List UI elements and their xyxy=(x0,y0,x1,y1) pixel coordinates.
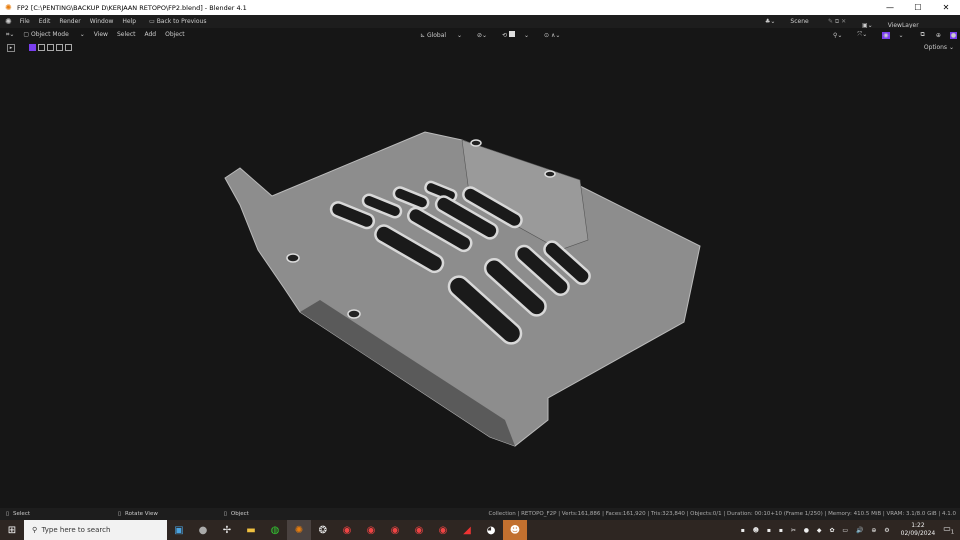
viewport-header: ⌗⌄ ▢ Object Mode ⌄ View Select Add Objec… xyxy=(0,28,960,41)
whatsapp-icon[interactable]: ◍ xyxy=(263,520,287,540)
start-button[interactable]: ⊞ xyxy=(0,520,24,540)
file-explorer-icon[interactable]: ▬ xyxy=(239,520,263,540)
snap-icon[interactable]: ⟲ ⌄ xyxy=(502,31,529,39)
orientation-dropdown[interactable]: ⊾ Global ⌄ xyxy=(420,32,462,39)
chrome-icon-5[interactable]: ◉ xyxy=(431,520,455,540)
title-bar: ✺ FP2 [C:\PENTING\BACKUP D\KERJAAN RETOP… xyxy=(0,0,960,15)
top-bar: ✺ File Edit Render Window Help ▭ Back to… xyxy=(0,15,960,29)
tray-icons[interactable]: ▪ ☻ ▪ ▪ ✂ ● ◆ ✿ ▭ 🔊 ⊕ ⚙ xyxy=(741,527,893,534)
menu-file[interactable]: File xyxy=(20,18,30,25)
select-mode-invert[interactable] xyxy=(56,44,63,51)
chrome-icon-3[interactable]: ◉ xyxy=(383,520,407,540)
window-title: FP2 [C:\PENTING\BACKUP D\KERJAAN RETOPO\… xyxy=(17,3,247,12)
menu-object[interactable]: Object xyxy=(165,31,185,38)
scene-icon[interactable]: ♣⌄ xyxy=(765,18,775,25)
close-button[interactable]: ✕ xyxy=(932,0,960,15)
notification-count: 1 xyxy=(950,529,954,536)
menu-view[interactable]: View xyxy=(94,31,108,38)
visibility-icon[interactable]: ⚲⌄ xyxy=(833,32,842,39)
status-rotate: Rotate View xyxy=(125,511,158,517)
app-icon-4[interactable]: ◢ xyxy=(455,520,479,540)
chrome-icon-1[interactable]: ◉ xyxy=(335,520,359,540)
clock[interactable]: 1:22 02/09/2024 xyxy=(901,522,936,538)
scene-stats: Collection | RETOPO_F2P | Verts:161,886 … xyxy=(488,511,956,517)
windows-taskbar: ⊞ ⚲ Type here to search ▣ ● ✢ ▬ ◍ ✺ ❂ ◉ … xyxy=(0,520,960,540)
status-object: Object xyxy=(230,511,249,517)
blender-taskbar-icon[interactable]: ✺ xyxy=(287,520,311,540)
menu-select[interactable]: Select xyxy=(117,31,136,38)
app-icon-1[interactable]: ▣ xyxy=(167,520,191,540)
menu-help[interactable]: Help xyxy=(122,18,136,25)
editor-type-icon[interactable]: ⌗⌄ xyxy=(6,31,14,39)
orientation-label: Global xyxy=(426,31,447,39)
blender-menu-icon[interactable]: ✺ xyxy=(5,17,12,26)
mouse-left-icon: ▯ xyxy=(6,511,10,517)
wireframe-shading-icon[interactable]: ⊕ xyxy=(936,32,941,39)
fan-app-icon[interactable]: ✢ xyxy=(215,520,239,540)
app-icon-3[interactable]: ❂ xyxy=(311,520,335,540)
menu-render[interactable]: Render xyxy=(59,18,80,25)
options-label: Options xyxy=(923,44,948,51)
select-mode-new[interactable] xyxy=(29,44,36,51)
mode-dropdown[interactable]: ▢ Object Mode ⌄ xyxy=(23,31,84,38)
taskbar-search[interactable]: ⚲ Type here to search xyxy=(24,520,167,540)
options-dropdown[interactable]: Options ⌄ xyxy=(924,44,954,51)
app-icon-2[interactable]: ● xyxy=(191,520,215,540)
solid-shading-icon[interactable]: ● xyxy=(949,31,958,39)
mesh-model[interactable] xyxy=(0,54,960,508)
minimize-button[interactable]: — xyxy=(876,0,904,15)
select-mode-subtract[interactable] xyxy=(47,44,54,51)
select-mode-extend[interactable] xyxy=(38,44,45,51)
mode-label: Object Mode xyxy=(30,31,69,38)
system-tray: ▪ ☻ ▪ ▪ ✂ ● ◆ ✿ ▭ 🔊 ⊕ ⚙ 1:22 02/09/2024 … xyxy=(741,520,960,540)
clock-date: 02/09/2024 xyxy=(900,530,936,537)
3d-viewport[interactable] xyxy=(0,54,960,508)
chrome-icon-4[interactable]: ◉ xyxy=(407,520,431,540)
select-mode-intersect[interactable] xyxy=(65,44,72,51)
discord-icon[interactable]: ☻ xyxy=(503,520,527,540)
chrome-icon-2[interactable]: ◉ xyxy=(359,520,383,540)
scene-name[interactable]: Scene xyxy=(790,18,808,25)
back-to-previous-button[interactable]: ▭ Back to Previous xyxy=(149,18,215,25)
menu-edit[interactable]: Edit xyxy=(39,18,51,25)
menu-window[interactable]: Window xyxy=(90,18,114,25)
tool-settings: ▸ Options ⌄ xyxy=(0,41,960,54)
status-select: Select xyxy=(13,511,30,517)
blender-icon: ✺ xyxy=(5,2,12,12)
app-icon-5[interactable]: ◕ xyxy=(479,520,503,540)
pivot-icon[interactable]: ⊘⌄ xyxy=(477,32,487,39)
gizmo-icon[interactable]: ⤧⌄ xyxy=(857,31,867,39)
mouse-right-icon: ▯ xyxy=(223,511,227,517)
xray-icon[interactable]: ⧉ xyxy=(921,31,925,39)
toolbar-toggle[interactable]: ▸ xyxy=(7,43,15,52)
mouse-middle-icon: ▯ xyxy=(118,511,122,517)
maximize-button[interactable]: ☐ xyxy=(904,0,932,15)
notification-icon[interactable]: ▭1 xyxy=(943,524,954,536)
back-label: Back to Previous xyxy=(156,18,207,25)
proportional-edit-icon[interactable]: ⊙ ∧⌄ xyxy=(544,32,560,39)
clock-time: 1:22 xyxy=(911,522,925,529)
status-bar: ▯ Select ▯ Rotate View ▯ Object Collecti… xyxy=(0,508,960,520)
overlay-icon[interactable]: ◉ xyxy=(882,31,890,39)
search-placeholder: Type here to search xyxy=(41,526,111,534)
menu-add[interactable]: Add xyxy=(144,31,156,38)
